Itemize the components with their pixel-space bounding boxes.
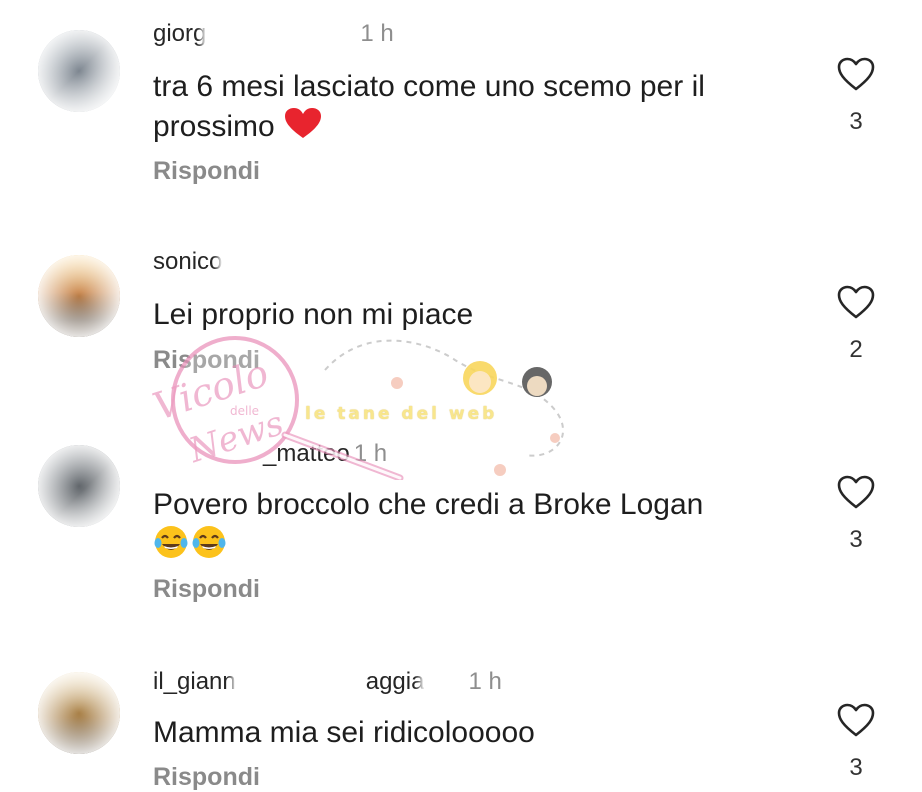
like-count: 3 [849,754,863,781]
reply-button[interactable]: Rispondi [153,763,260,792]
comment-text-body: Lei proprio non mi piace [153,298,474,331]
username-text: sonico [153,248,223,275]
comment-time: 1 h [468,668,502,695]
redaction-mask [424,671,465,694]
comment-text: Povero broccolo che credi a Broke Logan [153,486,813,564]
avatar[interactable] [38,445,120,527]
svg-text:delle: delle [230,404,259,418]
like-count: 3 [849,526,863,553]
username-text: giorg [153,20,207,47]
avatar[interactable] [38,672,120,754]
like-count: 2 [849,336,863,363]
reply-button[interactable]: Rispondi [153,346,260,375]
comment-text: tra 6 mesi lasciato come uno scemo per i… [153,68,813,146]
username-tail: aggia [365,668,425,695]
reply-button[interactable]: Rispondi [153,157,260,186]
like-count: 3 [849,108,863,135]
avatar[interactable] [38,255,120,337]
username-text: _matteo [263,440,350,467]
comment-time: 1 h [360,20,394,47]
heart-outline-icon[interactable] [836,284,876,320]
redaction-mask [222,251,313,274]
comment-text-body: tra 6 mesi lasciato come uno scemo per i… [153,70,705,143]
heart-outline-icon[interactable] [836,702,876,738]
comment-text-body: Mamma mia sei ridicolooooo [153,716,535,749]
username-text: il_giann [153,668,236,695]
comment-username[interactable]: giorg 1 h [153,20,394,48]
avatar[interactable] [38,30,120,112]
comment-text-body: Povero broccolo che credi a Broke Logan [153,488,704,521]
reply-button[interactable]: Rispondi [153,575,260,604]
redaction-mask [206,23,357,46]
heart-outline-icon[interactable] [836,474,876,510]
redaction-mask [153,443,263,466]
red-heart-emoji-icon [285,108,322,138]
comment-time: 1 h [353,440,388,467]
comment-username[interactable]: il_giann aggia 1 h [153,668,502,696]
comment-text: Lei proprio non mi piace [153,296,813,334]
watermark-tagline: le tane del web [305,404,498,424]
comment-username[interactable]: _matteo 1 h [153,440,387,468]
comment-text: Mamma mia sei ridicolooooo [153,714,813,752]
redaction-mask [235,671,366,694]
heart-outline-icon[interactable] [836,56,876,92]
comment-username[interactable]: sonico [153,248,316,276]
laughing-with-tears-emoji-icon [192,526,226,558]
laughing-with-tears-emoji-icon [154,526,188,558]
